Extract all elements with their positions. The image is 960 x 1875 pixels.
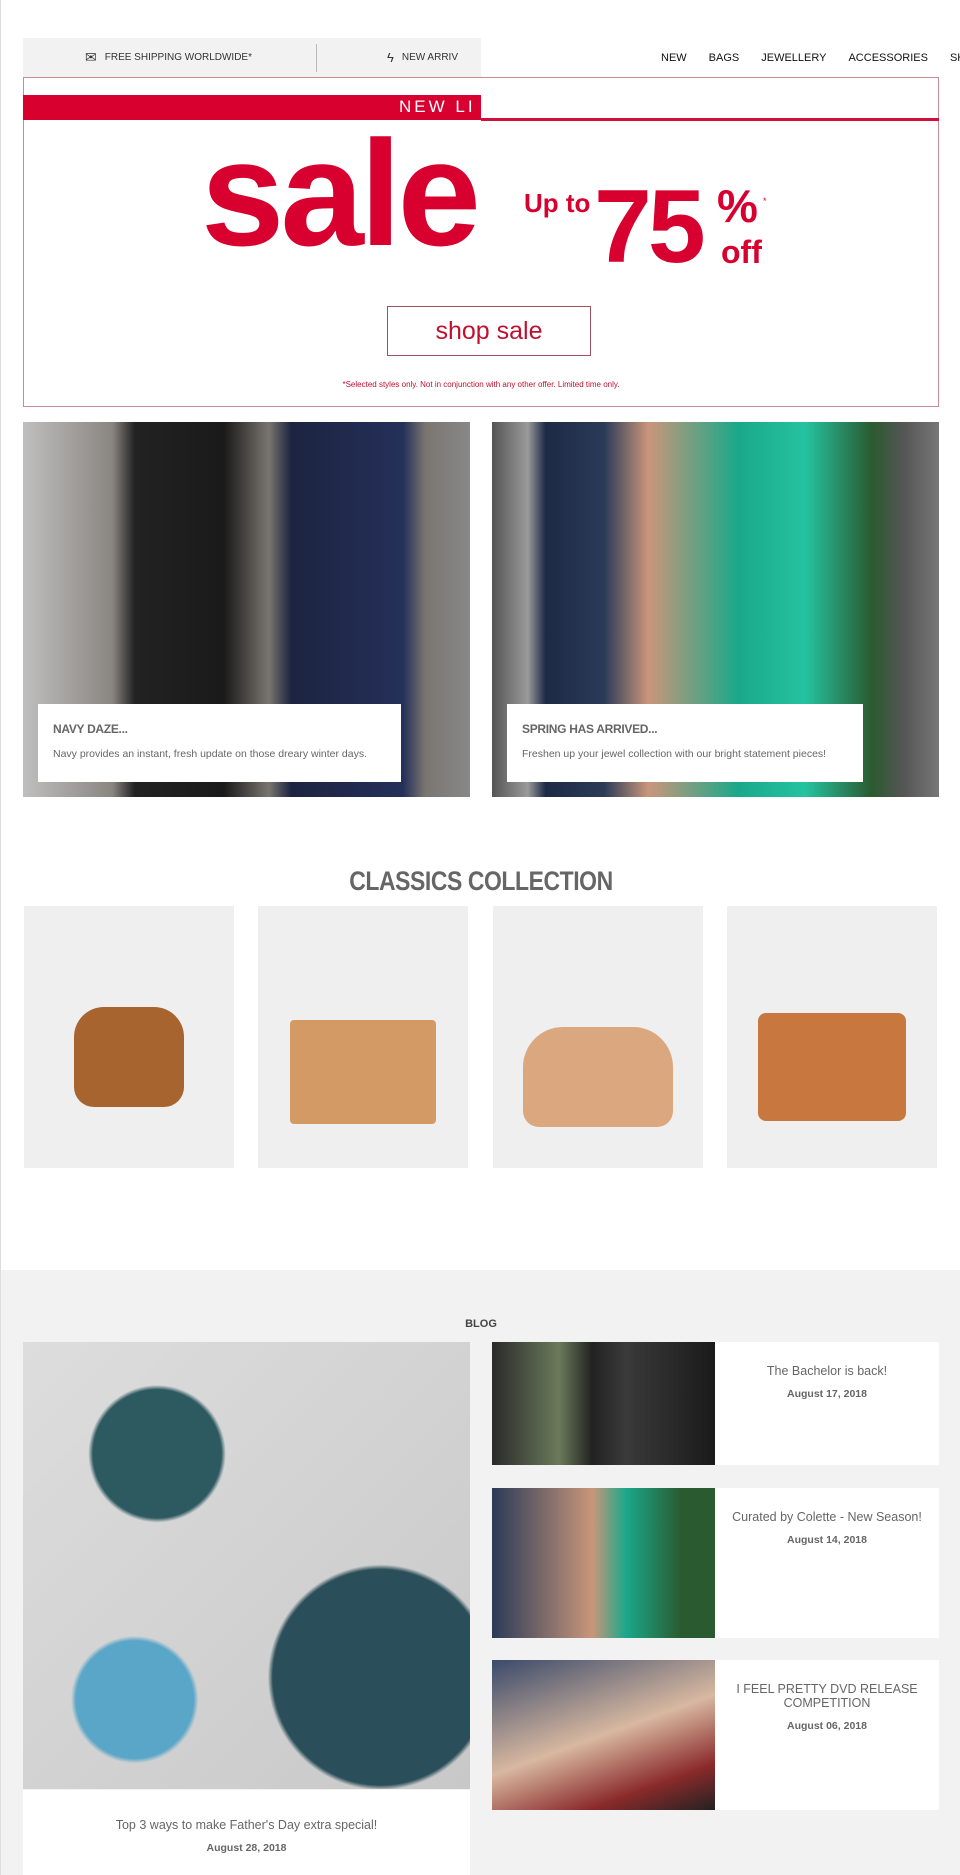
blog-post[interactable]: I FEEL PRETTY DVD RELEASE COMPETITION Aug… xyxy=(492,1660,939,1810)
product-tote-bag[interactable] xyxy=(258,906,468,1168)
post-title[interactable]: The Bachelor is back! xyxy=(731,1364,923,1378)
blog-label: BLOG xyxy=(465,1318,497,1330)
up-to-text: Up to xyxy=(524,188,591,218)
feature-caption: NAVY DAZE... Navy provides an instant, f… xyxy=(38,704,401,782)
product-hobo-bag[interactable] xyxy=(493,906,703,1168)
shop-sale-button[interactable]: shop sale xyxy=(387,306,591,356)
feature-title: SPRING HAS ARRIVED... xyxy=(522,722,658,736)
main-nav: NEW BAGS JEWELLERY ACCESSORIES SHO xyxy=(661,52,960,64)
nav-jewellery[interactable]: JEWELLERY xyxy=(761,52,826,64)
post-title[interactable]: Top 3 ways to make Father's Day extra sp… xyxy=(23,1818,470,1832)
feature-card-spring[interactable]: SPRING HAS ARRIVED... Freshen up your je… xyxy=(492,422,939,797)
featured-post-image[interactable] xyxy=(23,1342,470,1789)
post-date: August 06, 2018 xyxy=(787,1720,867,1732)
divider xyxy=(315,43,317,72)
nav-bags[interactable]: BAGS xyxy=(709,52,740,64)
post-image xyxy=(492,1488,715,1638)
bag-image xyxy=(74,1007,184,1107)
nav-new[interactable]: NEW xyxy=(661,52,687,64)
nav-shop[interactable]: SHO xyxy=(950,52,960,64)
product-satchel-bag[interactable] xyxy=(727,906,937,1168)
promo-bar: ✉ FREE SHIPPING WORLDWIDE* ϟ NEW ARRIV xyxy=(23,38,481,77)
promo-shipping[interactable]: FREE SHIPPING WORLDWIDE* xyxy=(105,52,252,63)
post-image xyxy=(492,1660,715,1810)
blog-post[interactable]: The Bachelor is back! August 17, 2018 xyxy=(492,1342,939,1465)
post-date: August 28, 2018 xyxy=(206,1842,287,1854)
feature-title: NAVY DAZE... xyxy=(53,722,128,736)
feature-caption: SPRING HAS ARRIVED... Freshen up your je… xyxy=(507,704,863,782)
promo-new-arrivals[interactable]: NEW ARRIV xyxy=(402,52,458,63)
feature-text: Navy provides an instant, fresh update o… xyxy=(53,748,368,760)
banner-line xyxy=(481,118,939,121)
sale-banner[interactable] xyxy=(23,77,939,407)
discount-number: 75 xyxy=(594,169,706,285)
nav-accessories[interactable]: ACCESSORIES xyxy=(848,52,927,64)
sale-heading: sale xyxy=(201,109,481,277)
feature-text: Freshen up your jewel collection with ou… xyxy=(522,748,827,760)
feature-card-navy[interactable]: NAVY DAZE... Navy provides an instant, f… xyxy=(23,422,470,797)
post-image xyxy=(492,1342,715,1465)
asterisk: * xyxy=(763,196,767,206)
post-title[interactable]: I FEEL PRETTY DVD RELEASE COMPETITION xyxy=(731,1682,923,1710)
blog-post[interactable]: Curated by Colette - New Season! August 1… xyxy=(492,1488,939,1638)
bag-image xyxy=(758,1013,906,1121)
featured-post-caption[interactable]: Top 3 ways to make Father's Day extra sp… xyxy=(23,1790,470,1875)
post-title[interactable]: Curated by Colette - New Season! xyxy=(731,1510,923,1524)
classics-title: CLASSICS COLLECTION xyxy=(349,866,613,896)
bag-image xyxy=(290,1020,436,1124)
shipping-tag-icon: ✉ xyxy=(85,49,97,65)
off-text: off xyxy=(721,234,762,270)
product-bucket-bag[interactable] xyxy=(24,906,234,1168)
post-date: August 17, 2018 xyxy=(787,1388,867,1400)
sale-disclaimer: *Selected styles only. Not in conjunctio… xyxy=(342,380,620,389)
percent-sign: % xyxy=(717,180,758,232)
bag-image xyxy=(523,1027,673,1127)
lightning-icon: ϟ xyxy=(386,50,394,65)
post-date: August 14, 2018 xyxy=(787,1534,867,1546)
